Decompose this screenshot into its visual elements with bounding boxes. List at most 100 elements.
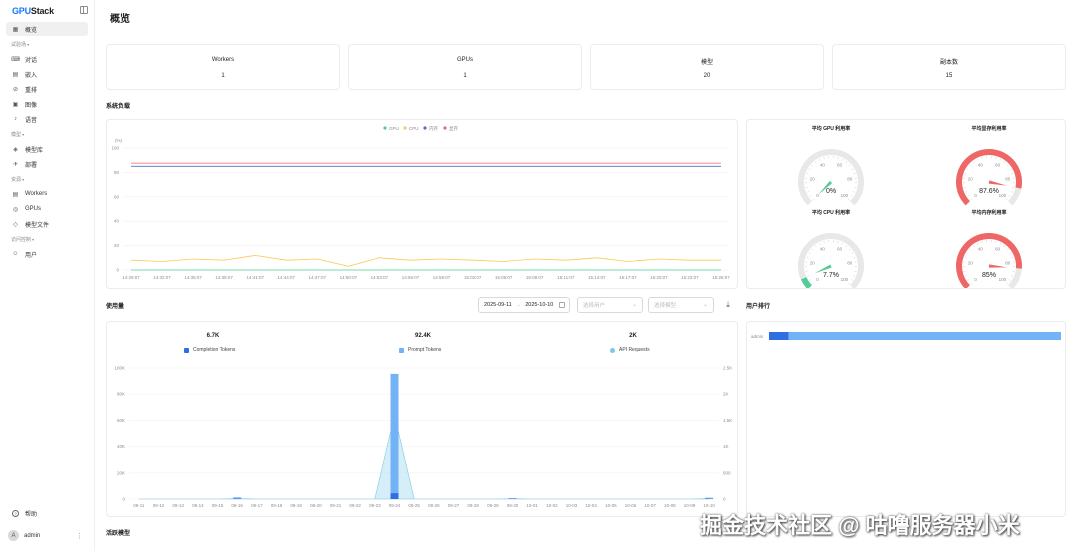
x-tick-label: 15:17:07 bbox=[619, 275, 637, 280]
sidebar-item-audio[interactable]: ♪ 语音 bbox=[6, 112, 88, 126]
group-playground[interactable]: 试验场 bbox=[11, 41, 29, 48]
gauge-tick bbox=[965, 191, 968, 193]
sidebar: GPUStack ▦概览 试验场 ⌨对话 ▤嵌入 ⊘重排 ▣图像 ♪语音 模型 … bbox=[0, 0, 95, 551]
x-tick-label: 14:50:07 bbox=[340, 275, 358, 280]
gauge-tick bbox=[814, 245, 817, 248]
gauge-tick bbox=[819, 158, 821, 161]
gauge-tick bbox=[970, 282, 973, 285]
user-rank-title: 用户排行 bbox=[746, 304, 771, 310]
y2-tick-label: 500 bbox=[723, 470, 731, 475]
x-tick-label: 14:47:07 bbox=[309, 275, 327, 280]
x-tick-label: 15:23:07 bbox=[681, 275, 699, 280]
select-model[interactable]: 选择模型 ⌄ bbox=[648, 297, 714, 313]
x-tick-label: 14:32:07 bbox=[153, 275, 171, 280]
gauge-tick bbox=[845, 161, 848, 164]
gauge-needle bbox=[988, 264, 1007, 268]
gauge-needle bbox=[988, 180, 1007, 186]
gauge-tick-label: 100 bbox=[841, 277, 849, 282]
gauge-tick bbox=[1008, 279, 1011, 281]
logo[interactable]: GPUStack bbox=[12, 6, 54, 16]
gauge-tick bbox=[995, 240, 997, 244]
stat-card-workers: Workers 1 bbox=[106, 44, 340, 90]
sidebar-item-embedding[interactable]: ▤ 嵌入 bbox=[6, 67, 88, 81]
group-resources[interactable]: 资源 bbox=[11, 176, 24, 183]
group-models[interactable]: 模型 bbox=[11, 131, 24, 138]
gauge-tick-label: 20 bbox=[968, 261, 974, 266]
gauge-tick bbox=[1009, 168, 1012, 170]
gauge-tick bbox=[969, 164, 972, 167]
gauge-tick bbox=[1011, 257, 1014, 259]
sidebar-item-rerank[interactable]: ⊘ 重排 bbox=[6, 82, 88, 96]
y-tick-label: 80K bbox=[117, 392, 125, 397]
bar-prompt-tokens bbox=[705, 497, 714, 499]
gauge-tick bbox=[823, 240, 825, 244]
x-tick-label: 09-30 bbox=[507, 503, 519, 508]
gauge-fill bbox=[800, 276, 812, 290]
gauge-value: 85% bbox=[982, 272, 996, 279]
sidebar-item-workers[interactable]: ▤ Workers bbox=[6, 187, 88, 201]
usage-title: 使用量 bbox=[106, 304, 125, 310]
legend-label: 显存 bbox=[449, 125, 458, 131]
image-icon: ▣ bbox=[12, 101, 19, 108]
gauge-tick-label: 20 bbox=[810, 261, 816, 266]
gauge-tick bbox=[972, 161, 975, 164]
gauge-tick-label: 0 bbox=[816, 193, 819, 198]
y2-tick-label: 0 bbox=[723, 497, 726, 502]
gauge-tick bbox=[964, 257, 967, 259]
x-tick-label: 10-07 bbox=[644, 503, 656, 508]
series-area-api-requests bbox=[138, 415, 710, 500]
x-tick-label: 09-13 bbox=[172, 503, 184, 508]
active-models-title: 活跃模型 bbox=[106, 531, 131, 537]
x-tick-label: 09-27 bbox=[448, 503, 460, 508]
select-user[interactable]: 选择用户 ⌄ bbox=[577, 297, 643, 313]
bar-prompt-tokens bbox=[233, 497, 242, 499]
more-icon[interactable]: ⋮ bbox=[76, 532, 83, 540]
sidebar-item-model-files[interactable]: ◇ 模型文件 bbox=[6, 217, 88, 231]
x-tick-label: 09-16 bbox=[231, 503, 243, 508]
x-tick-label: 09-12 bbox=[153, 503, 165, 508]
user-menu[interactable]: Aadmin bbox=[8, 530, 40, 541]
sidebar-item-users[interactable]: ☺ 用户 bbox=[6, 247, 88, 261]
gauge-title: 平均 CPU 利用率 bbox=[812, 209, 850, 216]
gauge-tick bbox=[808, 252, 811, 254]
sidebar-item-image[interactable]: ▣ 图像 bbox=[6, 97, 88, 111]
sidebar-item-chat[interactable]: ⌨ 对话 bbox=[6, 52, 88, 66]
gauge-tick bbox=[848, 248, 851, 251]
gauge-tick bbox=[977, 242, 979, 245]
x-tick-label: 09-18 bbox=[271, 503, 283, 508]
help-link[interactable]: ? 帮助 bbox=[6, 509, 37, 518]
y-tick-label: 20K bbox=[117, 470, 125, 475]
legend-marker bbox=[423, 126, 427, 130]
gauge-tick bbox=[837, 240, 839, 244]
date-start: 2025-09-11 bbox=[484, 302, 512, 308]
gauge-tick bbox=[1010, 275, 1013, 277]
collapse-sidebar-icon[interactable] bbox=[80, 6, 88, 14]
group-access-control[interactable]: 访问控制 bbox=[11, 236, 34, 243]
user-rank-panel: admin bbox=[746, 321, 1066, 517]
gauge-tick bbox=[852, 275, 855, 277]
gauge-tick bbox=[841, 242, 843, 245]
sidebar-item-deployments[interactable]: ✈ 部署 bbox=[6, 157, 88, 171]
x-tick-label: 14:29:07 bbox=[122, 275, 140, 280]
sidebar-item-gpus[interactable]: ◎ GPUs bbox=[6, 202, 88, 216]
gauge-tick-label: 100 bbox=[999, 193, 1007, 198]
x-tick-label: 09-22 bbox=[349, 503, 361, 508]
gauge-tick-label: 100 bbox=[841, 193, 849, 198]
date-range-picker[interactable]: 2025-09-11 → 2025-10-10 bbox=[478, 297, 570, 313]
gauge-tick-label: 60 bbox=[837, 247, 843, 252]
gauge-tick bbox=[806, 173, 809, 175]
y-tick-label: 60 bbox=[114, 194, 120, 199]
gauge-tick-label: 60 bbox=[995, 163, 1001, 168]
x-tick-label: 15:05:07 bbox=[495, 275, 513, 280]
gauge-tick bbox=[1010, 191, 1013, 193]
gauge-tick bbox=[809, 279, 812, 281]
gauge-tick bbox=[970, 198, 973, 201]
sidebar-item-model-catalog[interactable]: ◈ 模型库 bbox=[6, 142, 88, 156]
download-icon[interactable]: ⤓ bbox=[722, 299, 734, 311]
gauge-tick-label: 40 bbox=[820, 247, 826, 252]
gauge-tick bbox=[966, 252, 969, 254]
gauge-tick-label: 80 bbox=[1005, 177, 1011, 182]
x-tick-label: 15:14:07 bbox=[588, 275, 606, 280]
x-tick-label: 10-05 bbox=[605, 503, 617, 508]
sidebar-item-overview[interactable]: ▦ 概览 bbox=[6, 22, 88, 36]
